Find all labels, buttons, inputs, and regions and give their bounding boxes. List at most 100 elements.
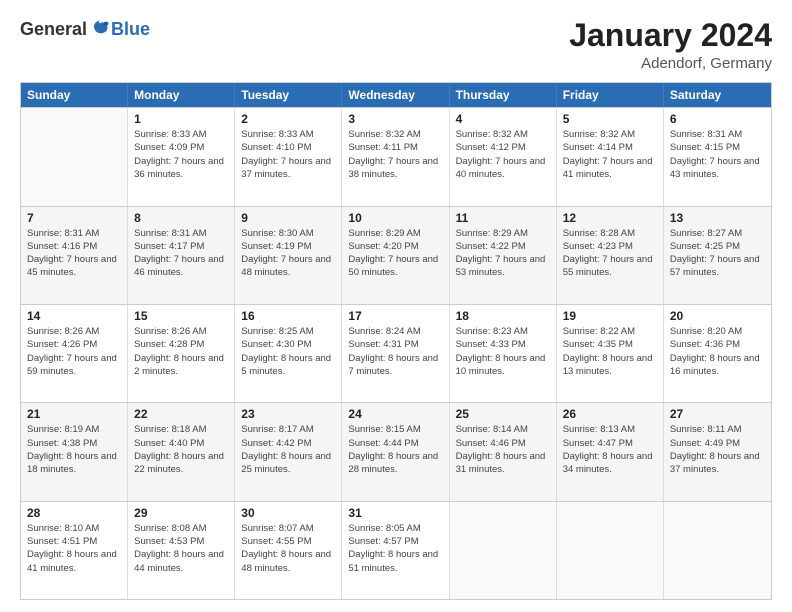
calendar-body: 1 Sunrise: 8:33 AMSunset: 4:09 PMDaylight… [21,107,771,599]
day-number: 7 [27,211,121,225]
day-number: 3 [348,112,442,126]
calendar-week-5: 28Sunrise: 8:10 AMSunset: 4:51 PMDayligh… [21,501,771,599]
day-info: Sunrise: 8:32 AMSunset: 4:14 PMDaylight:… [563,128,657,181]
day-number: 31 [348,506,442,520]
day-number: 16 [241,309,335,323]
day-number: 18 [456,309,550,323]
calendar-cell: 30Sunrise: 8:07 AMSunset: 4:55 PMDayligh… [235,502,342,599]
day-number: 11 [456,211,550,225]
day-info: Sunrise: 8:08 AMSunset: 4:53 PMDaylight:… [134,522,228,575]
calendar-cell: 21Sunrise: 8:19 AMSunset: 4:38 PMDayligh… [21,403,128,500]
calendar-cell: 24 Sunrise: 8:15 AMSunset: 4:44 PMDayligh… [342,403,449,500]
logo-bird-icon [89,18,111,40]
day-info: Sunrise: 8:32 AMSunset: 4:11 PMDaylight:… [348,128,442,181]
calendar-cell: 14 Sunrise: 8:26 AMSunset: 4:26 PMDayligh… [21,305,128,402]
calendar-cell: 25Sunrise: 8:14 AMSunset: 4:46 PMDayligh… [450,403,557,500]
calendar-cell: 16 Sunrise: 8:25 AMSunset: 4:30 PMDayligh… [235,305,342,402]
day-info: Sunrise: 8:22 AMSunset: 4:35 PMDaylight:… [563,325,657,378]
calendar-cell: 28Sunrise: 8:10 AMSunset: 4:51 PMDayligh… [21,502,128,599]
day-number: 19 [563,309,657,323]
day-number: 14 [27,309,121,323]
day-info: Sunrise: 8:25 AMSunset: 4:30 PMDaylight:… [241,325,335,378]
day-info: Sunrise: 8:29 AMSunset: 4:22 PMDaylight:… [456,227,550,280]
day-number: 27 [670,407,765,421]
day-number: 26 [563,407,657,421]
day-info: Sunrise: 8:11 AMSunset: 4:49 PMDaylight:… [670,423,765,476]
day-number: 20 [670,309,765,323]
calendar-cell [557,502,664,599]
calendar-week-1: 1 Sunrise: 8:33 AMSunset: 4:09 PMDaylight… [21,107,771,205]
day-number: 15 [134,309,228,323]
calendar-cell: 29 Sunrise: 8:08 AMSunset: 4:53 PMDayligh… [128,502,235,599]
day-number: 10 [348,211,442,225]
day-info: Sunrise: 8:30 AMSunset: 4:19 PMDaylight:… [241,227,335,280]
calendar-cell: 7 Sunrise: 8:31 AMSunset: 4:16 PMDaylight… [21,207,128,304]
logo-blue-text: Blue [111,19,150,40]
day-info: Sunrise: 8:07 AMSunset: 4:55 PMDaylight:… [241,522,335,575]
title-block: January 2024 Adendorf, Germany [569,18,772,72]
day-info: Sunrise: 8:31 AMSunset: 4:15 PMDaylight:… [670,128,765,181]
calendar-cell [21,108,128,205]
day-number: 6 [670,112,765,126]
calendar-cell: 27 Sunrise: 8:11 AMSunset: 4:49 PMDayligh… [664,403,771,500]
calendar-cell: 9 Sunrise: 8:30 AMSunset: 4:19 PMDaylight… [235,207,342,304]
month-title: January 2024 [569,18,772,53]
day-number: 22 [134,407,228,421]
calendar-cell: 26 Sunrise: 8:13 AMSunset: 4:47 PMDayligh… [557,403,664,500]
day-number: 4 [456,112,550,126]
location-title: Adendorf, Germany [569,55,772,72]
calendar-cell: 31Sunrise: 8:05 AMSunset: 4:57 PMDayligh… [342,502,449,599]
header-day-saturday: Saturday [664,83,771,107]
day-info: Sunrise: 8:15 AMSunset: 4:44 PMDaylight:… [348,423,442,476]
day-info: Sunrise: 8:19 AMSunset: 4:38 PMDaylight:… [27,423,121,476]
day-number: 9 [241,211,335,225]
calendar-week-3: 14 Sunrise: 8:26 AMSunset: 4:26 PMDayligh… [21,304,771,402]
header: General Blue January 2024 Adendorf, Germ… [20,18,772,72]
day-info: Sunrise: 8:26 AMSunset: 4:28 PMDaylight:… [134,325,228,378]
page: General Blue January 2024 Adendorf, Germ… [0,0,792,612]
calendar-cell: 17 Sunrise: 8:24 AMSunset: 4:31 PMDayligh… [342,305,449,402]
header-day-monday: Monday [128,83,235,107]
day-info: Sunrise: 8:18 AMSunset: 4:40 PMDaylight:… [134,423,228,476]
day-number: 13 [670,211,765,225]
calendar: SundayMondayTuesdayWednesdayThursdayFrid… [20,82,772,600]
calendar-cell: 10 Sunrise: 8:29 AMSunset: 4:20 PMDayligh… [342,207,449,304]
day-info: Sunrise: 8:33 AMSunset: 4:10 PMDaylight:… [241,128,335,181]
day-number: 8 [134,211,228,225]
day-number: 23 [241,407,335,421]
calendar-cell: 2 Sunrise: 8:33 AMSunset: 4:10 PMDaylight… [235,108,342,205]
day-info: Sunrise: 8:17 AMSunset: 4:42 PMDaylight:… [241,423,335,476]
day-info: Sunrise: 8:10 AMSunset: 4:51 PMDaylight:… [27,522,121,575]
day-number: 12 [563,211,657,225]
logo: General Blue [20,18,150,40]
header-day-wednesday: Wednesday [342,83,449,107]
day-info: Sunrise: 8:23 AMSunset: 4:33 PMDaylight:… [456,325,550,378]
day-number: 29 [134,506,228,520]
day-info: Sunrise: 8:32 AMSunset: 4:12 PMDaylight:… [456,128,550,181]
header-day-friday: Friday [557,83,664,107]
calendar-cell: 6 Sunrise: 8:31 AMSunset: 4:15 PMDaylight… [664,108,771,205]
calendar-cell: 13Sunrise: 8:27 AMSunset: 4:25 PMDayligh… [664,207,771,304]
header-day-tuesday: Tuesday [235,83,342,107]
calendar-cell: 8Sunrise: 8:31 AMSunset: 4:17 PMDaylight… [128,207,235,304]
calendar-cell: 23 Sunrise: 8:17 AMSunset: 4:42 PMDayligh… [235,403,342,500]
day-info: Sunrise: 8:33 AMSunset: 4:09 PMDaylight:… [134,128,228,181]
day-info: Sunrise: 8:31 AMSunset: 4:16 PMDaylight:… [27,227,121,280]
calendar-cell: 3 Sunrise: 8:32 AMSunset: 4:11 PMDaylight… [342,108,449,205]
day-number: 17 [348,309,442,323]
calendar-cell: 20 Sunrise: 8:20 AMSunset: 4:36 PMDayligh… [664,305,771,402]
day-number: 2 [241,112,335,126]
day-info: Sunrise: 8:26 AMSunset: 4:26 PMDaylight:… [27,325,121,378]
calendar-header: SundayMondayTuesdayWednesdayThursdayFrid… [21,83,771,107]
day-number: 24 [348,407,442,421]
day-info: Sunrise: 8:13 AMSunset: 4:47 PMDaylight:… [563,423,657,476]
day-info: Sunrise: 8:28 AMSunset: 4:23 PMDaylight:… [563,227,657,280]
calendar-cell: 4 Sunrise: 8:32 AMSunset: 4:12 PMDaylight… [450,108,557,205]
day-info: Sunrise: 8:29 AMSunset: 4:20 PMDaylight:… [348,227,442,280]
day-number: 1 [134,112,228,126]
day-info: Sunrise: 8:24 AMSunset: 4:31 PMDaylight:… [348,325,442,378]
calendar-cell: 12 Sunrise: 8:28 AMSunset: 4:23 PMDayligh… [557,207,664,304]
day-info: Sunrise: 8:20 AMSunset: 4:36 PMDaylight:… [670,325,765,378]
calendar-cell [664,502,771,599]
calendar-cell: 18 Sunrise: 8:23 AMSunset: 4:33 PMDayligh… [450,305,557,402]
